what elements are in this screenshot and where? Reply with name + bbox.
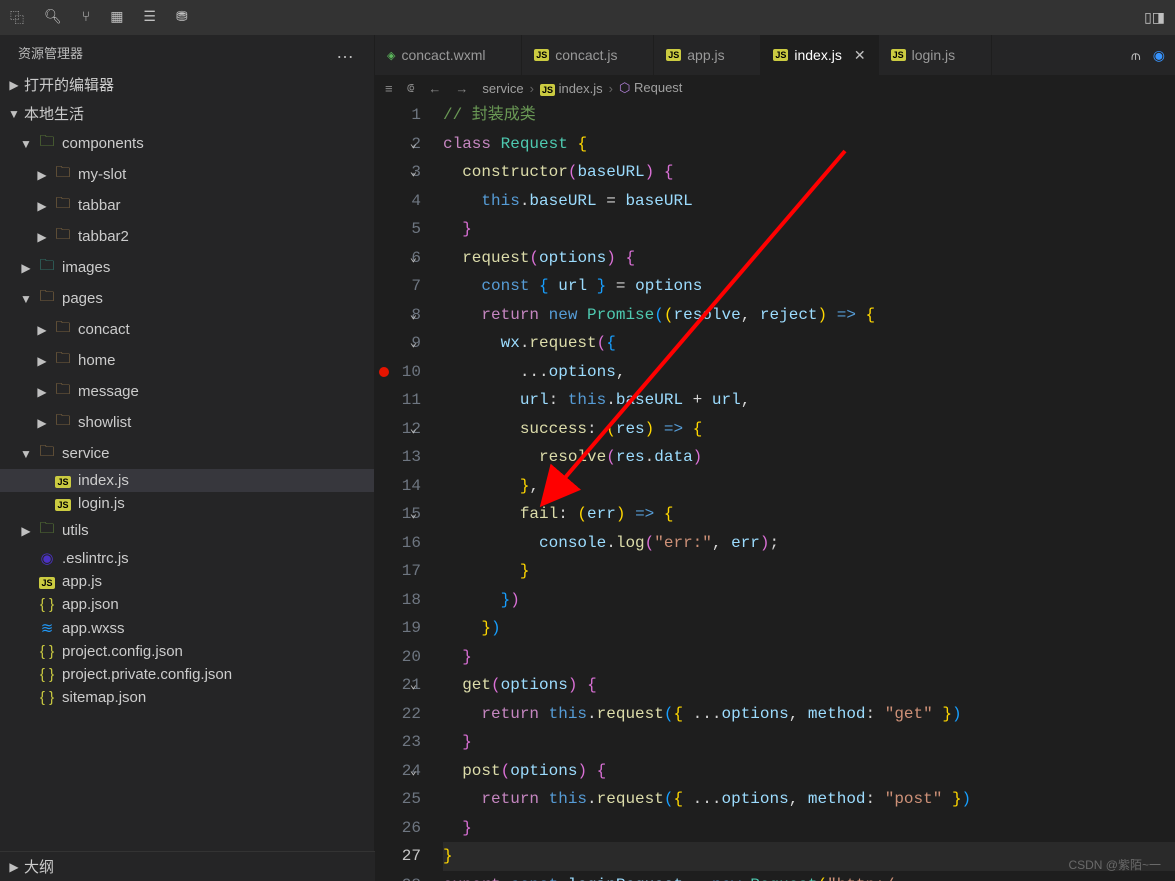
folder-icon: 🗀 [54, 379, 72, 404]
tree-item-index.js[interactable]: JSindex.js [0, 469, 374, 492]
tree-item-.eslintrc.js[interactable]: ◉.eslintrc.js [0, 546, 374, 570]
tab-login.js[interactable]: JSlogin.js✕ [879, 35, 992, 75]
title-bar: ⿻ 🔍︎ ⑂ ▦ ☰ ⛃ ▯◨ [0, 0, 1175, 35]
folder-icon: 🗀 [54, 348, 72, 373]
json-icon: { } [40, 666, 54, 683]
js-icon: JS [773, 49, 788, 61]
folder-icon: 🗀 [54, 193, 72, 218]
folder-icon: 🗀 [38, 255, 56, 280]
compare-icon[interactable]: ⫙ [1131, 47, 1141, 64]
files-icon[interactable]: ⿻ [10, 8, 24, 28]
js-icon: JS [39, 577, 54, 589]
js-icon: JS [55, 476, 70, 488]
wxss-icon: ≋ [41, 620, 54, 637]
json-icon: { } [40, 689, 54, 706]
tab-actions: ⫙ ◉ [1121, 35, 1175, 75]
breadcrumb[interactable]: service › JS index.js › ⬡ Request [482, 80, 682, 96]
tree-item-login.js[interactable]: JSlogin.js [0, 492, 374, 515]
tree-item-app.json[interactable]: { }app.json [0, 593, 374, 616]
file-tree: ▶打开的编辑器 ▼本地生活 ▼🗀components▶🗀my-slot▶🗀tab… [0, 70, 374, 881]
folder-icon: 🗀 [54, 410, 72, 435]
explorer-sidebar: 资源管理器 … ▶打开的编辑器 ▼本地生活 ▼🗀components▶🗀my-s… [0, 35, 375, 881]
folder-icon: 🗀 [38, 441, 56, 466]
tab-index.js[interactable]: JSindex.js✕ [761, 35, 878, 75]
sidebar-header: 资源管理器 … [0, 35, 374, 70]
bookmark-icon[interactable]: ⟃ [407, 80, 415, 96]
tree-item-my-slot[interactable]: ▶🗀my-slot [0, 159, 374, 190]
eslint-icon: ◉ [40, 550, 53, 567]
tree-item-tabbar[interactable]: ▶🗀tabbar [0, 190, 374, 221]
folder-icon: 🗀 [54, 317, 72, 342]
tree-item-app.js[interactable]: JSapp.js [0, 570, 374, 593]
tree-item-pages[interactable]: ▼🗀pages [0, 283, 374, 314]
folder-icon: 🗀 [38, 286, 56, 311]
tree-item-app.wxss[interactable]: ≋app.wxss [0, 616, 374, 640]
js-icon: JS [891, 49, 906, 61]
compile-icon[interactable]: ◉ [1153, 47, 1165, 64]
watermark: CSDN @紫陌~一 [1068, 856, 1161, 873]
extensions-icon[interactable]: ▦ [110, 8, 123, 28]
nav-fwd-icon[interactable]: → [455, 81, 468, 96]
tab-concact.wxml[interactable]: ◈concact.wxml✕ [375, 35, 522, 75]
tree-item-utils[interactable]: ▶🗀utils [0, 515, 374, 546]
sidebar-toggle-icon[interactable]: ▯◨ [1144, 9, 1165, 26]
line-gutter[interactable]: 12⌄3⌄456⌄78⌄9⌄101112⌄131415⌄161718192021… [375, 101, 443, 881]
js-icon: JS [666, 49, 681, 61]
tree-item-service[interactable]: ▼🗀service [0, 438, 374, 469]
nav-back-icon[interactable]: ← [428, 81, 441, 96]
close-icon[interactable]: ✕ [854, 47, 866, 64]
js-icon: JS [55, 499, 70, 511]
code-content[interactable]: // 封装成类class Request { constructor(baseU… [443, 101, 1175, 881]
tree-item-showlist[interactable]: ▶🗀showlist [0, 407, 374, 438]
editor-toolbar: ≡ ⟃ ← → service › JS index.js › ⬡ Reques… [375, 75, 1175, 101]
open-editors-section[interactable]: ▶打开的编辑器 [0, 70, 374, 99]
sidebar-title: 资源管理器 [18, 43, 83, 62]
tree-item-home[interactable]: ▶🗀home [0, 345, 374, 376]
folder-icon: 🗀 [38, 518, 56, 543]
database-icon[interactable]: ⛃ [176, 8, 188, 28]
tab-app.js[interactable]: JSapp.js✕ [654, 35, 761, 75]
js-icon: JS [540, 84, 555, 96]
json-icon: { } [40, 596, 54, 613]
wxml-icon: ◈ [387, 49, 395, 62]
more-icon[interactable]: … [336, 42, 356, 63]
js-icon: JS [534, 49, 549, 61]
tab-concact.js[interactable]: JSconcact.js✕ [522, 35, 654, 75]
title-icons-left: ⿻ 🔍︎ ⑂ ▦ ☰ ⛃ [10, 8, 188, 28]
folder-icon: 🗀 [38, 131, 56, 156]
editor-tabs: ◈concact.wxml✕JSconcact.js✕JSapp.js✕JSin… [375, 35, 1175, 75]
title-icons-right: ▯◨ [1144, 9, 1165, 26]
tree-item-sitemap.json[interactable]: { }sitemap.json [0, 686, 374, 709]
layout-icon[interactable]: ☰ [143, 8, 156, 28]
tree-item-project.private.config.json[interactable]: { }project.private.config.json [0, 663, 374, 686]
outline-section[interactable]: ▶大纲 [0, 851, 374, 881]
code-editor[interactable]: 12⌄3⌄456⌄78⌄9⌄101112⌄131415⌄161718192021… [375, 101, 1175, 881]
workspace-section[interactable]: ▼本地生活 [0, 99, 374, 128]
editor-pane: ◈concact.wxml✕JSconcact.js✕JSapp.js✕JSin… [375, 35, 1175, 881]
tree-item-tabbar2[interactable]: ▶🗀tabbar2 [0, 221, 374, 252]
source-control-icon[interactable]: ⑂ [82, 8, 90, 28]
tree-item-images[interactable]: ▶🗀images [0, 252, 374, 283]
json-icon: { } [40, 643, 54, 660]
list-icon[interactable]: ≡ [385, 81, 393, 96]
folder-icon: 🗀 [54, 162, 72, 187]
folder-icon: 🗀 [54, 224, 72, 249]
tree-item-project.config.json[interactable]: { }project.config.json [0, 640, 374, 663]
tree-item-components[interactable]: ▼🗀components [0, 128, 374, 159]
tree-item-concact[interactable]: ▶🗀concact [0, 314, 374, 345]
tree-item-message[interactable]: ▶🗀message [0, 376, 374, 407]
class-icon: ⬡ [619, 80, 630, 95]
search-icon[interactable]: 🔍︎ [44, 8, 62, 28]
